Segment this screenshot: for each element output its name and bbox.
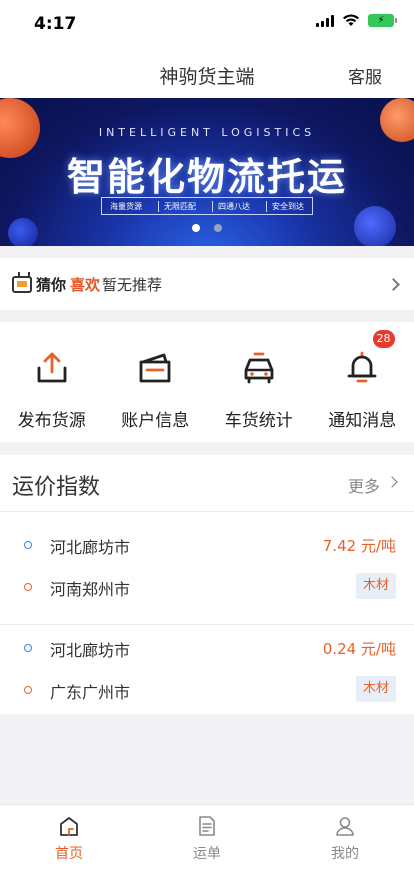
recommendation-row[interactable]: 猜你 喜欢 暂无推荐	[0, 258, 414, 310]
tab-waybill[interactable]: 运单	[138, 805, 276, 896]
banner-subtitle: INTELLIGENT LOGISTICS	[98, 126, 316, 139]
cargo-tag: 木材	[355, 676, 396, 702]
route-destination-row[interactable]: 广东广州市 木材	[0, 668, 414, 712]
bell-icon	[347, 351, 377, 383]
destination-dot-icon	[24, 686, 32, 694]
recommendation-empty-text: 暂无推荐	[102, 275, 163, 294]
wifi-icon	[343, 14, 359, 26]
recommendation-logo: 猜你 喜欢	[12, 274, 100, 295]
battery-icon: ⚡	[368, 14, 397, 27]
recommendation-label: 猜你	[36, 275, 67, 294]
divider	[0, 511, 414, 512]
customer-service-button[interactable]: 客服	[348, 63, 382, 88]
quick-action-account[interactable]: 账户信息	[104, 322, 208, 442]
quick-action-stats[interactable]: 车货统计	[207, 322, 311, 442]
origin-dot-icon	[24, 644, 32, 652]
tv-icon	[12, 275, 32, 293]
carousel-dot[interactable]	[214, 224, 222, 232]
tab-label: 首页	[55, 846, 83, 862]
quick-action-publish[interactable]: 发布货源	[0, 322, 104, 442]
destination-dot-icon	[24, 583, 32, 591]
route-price: 7.42 元/吨	[322, 537, 396, 555]
promo-banner[interactable]: INTELLIGENT LOGISTICS 智能化物流托运 海量货源 无限匹配 …	[0, 98, 414, 246]
tab-bar: 首页 运单 我的	[0, 804, 414, 896]
quick-action-label: 车货统计	[224, 411, 293, 431]
tab-profile[interactable]: 我的	[276, 805, 414, 896]
banner-tags: 海量货源 无限匹配 四通八达 安全到达	[101, 197, 313, 215]
tab-home[interactable]: 首页	[0, 805, 138, 896]
origin-dot-icon	[24, 541, 32, 549]
quick-action-label: 发布货源	[17, 411, 86, 431]
upload-icon	[37, 352, 67, 383]
banner-tag: 海量货源	[110, 201, 142, 211]
more-link[interactable]: 更多	[348, 473, 380, 497]
route-destination: 广东广州市	[50, 683, 131, 702]
divider	[0, 624, 414, 625]
route-price: 0.24 元/吨	[322, 640, 396, 658]
status-bar: 4:17 ⚡	[0, 0, 414, 50]
quick-actions: 发布货源 账户信息 车货统计 28 通知消息	[0, 322, 414, 442]
quick-action-label: 通知消息	[328, 411, 397, 431]
chevron-right-icon	[387, 277, 400, 291]
decor-orb	[8, 218, 38, 246]
banner-tag: 无限匹配	[158, 200, 196, 212]
banner-tag: 安全到达	[266, 200, 304, 212]
quick-action-notifications[interactable]: 28 通知消息	[311, 322, 414, 442]
tab-label: 我的	[331, 846, 359, 862]
status-time: 4:17	[34, 14, 77, 34]
banner-title: 智能化物流托运	[66, 155, 347, 199]
carousel-indicator[interactable]	[0, 224, 414, 232]
quick-action-label: 账户信息	[121, 411, 190, 431]
wallet-icon	[139, 353, 171, 383]
chevron-right-icon[interactable]	[386, 476, 398, 488]
banner-tag: 四通八达	[212, 200, 250, 212]
status-icons: ⚡	[316, 14, 397, 27]
car-icon	[244, 352, 274, 384]
route-origin-row[interactable]: 河北廊坊市 0.24 元/吨	[0, 626, 414, 670]
signal-icon	[316, 14, 334, 27]
route-destination-row[interactable]: 河南郑州市 木材	[0, 565, 414, 609]
home-icon	[60, 817, 78, 836]
notification-badge: 28	[372, 330, 395, 348]
route-destination: 河南郑州市	[50, 580, 131, 599]
user-icon	[336, 817, 354, 836]
carousel-dot-active[interactable]	[192, 224, 200, 232]
recommendation-label-highlight: 喜欢	[70, 275, 101, 294]
route-origin-row[interactable]: 河北廊坊市 7.42 元/吨	[0, 523, 414, 567]
tab-label: 运单	[193, 846, 221, 862]
route-origin: 河北廊坊市	[50, 538, 131, 557]
document-icon	[199, 816, 215, 836]
route-origin: 河北廊坊市	[50, 641, 131, 660]
nav-bar: 神驹货主端 客服	[0, 50, 414, 98]
section-title: 运价指数	[12, 475, 101, 500]
cargo-tag: 木材	[355, 573, 396, 599]
